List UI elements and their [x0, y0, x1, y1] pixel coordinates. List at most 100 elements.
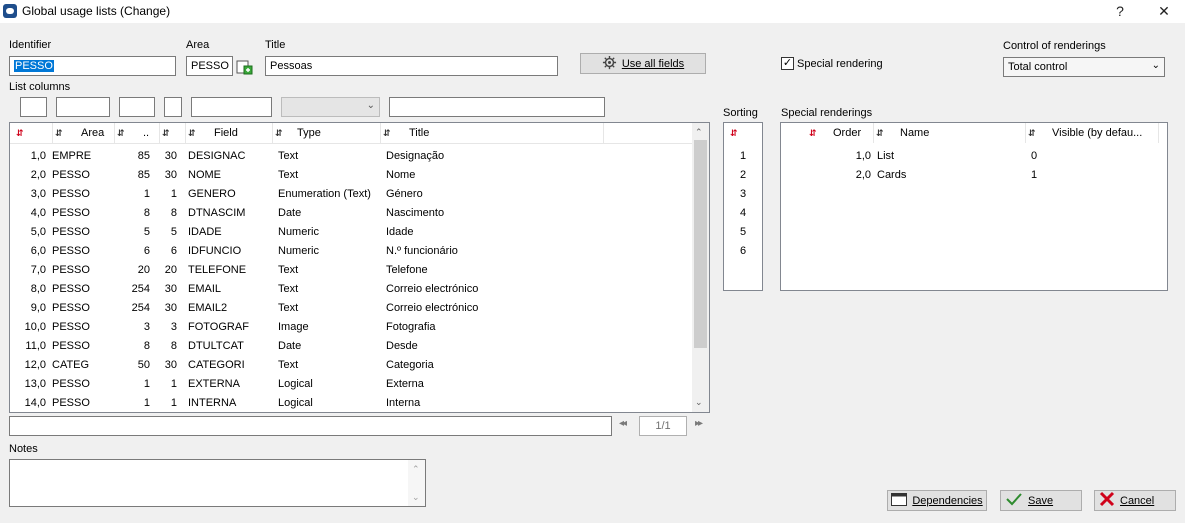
- table-row[interactable]: 12,0 CATEG 50 30 CATEGORI Text Categoria: [10, 356, 694, 375]
- cell-type: Text: [278, 283, 299, 295]
- sorting-item[interactable]: 4: [724, 204, 762, 223]
- cell-title: Correio electrónico: [386, 283, 479, 295]
- columns-scrollbar[interactable]: ⌃ ⌄: [692, 123, 709, 412]
- notes-scrollbar[interactable]: ⌃ ⌄: [408, 460, 425, 506]
- sorting-list[interactable]: ⇵ 123456: [723, 122, 763, 291]
- use-all-fields-button[interactable]: Use all fields: [580, 53, 706, 74]
- cell-type: Numeric: [278, 245, 319, 257]
- sort-icon: ⇵: [275, 128, 283, 138]
- cell-width: 6: [170, 245, 177, 257]
- table-row[interactable]: 1,0 List 0: [781, 147, 1167, 166]
- cell-size: 8: [143, 207, 150, 219]
- table-row[interactable]: 4,0 PESSO 8 8 DTNASCIM Date Nascimento: [10, 204, 694, 223]
- sr-header-name[interactable]: ⇵ Name: [873, 123, 1023, 143]
- scroll-up-icon[interactable]: ⌃: [695, 127, 703, 138]
- notes-textarea[interactable]: ⌃ ⌄: [9, 459, 426, 507]
- pager-next-button[interactable]: ▸▸: [695, 418, 703, 429]
- sr-header-visible[interactable]: ⇵ Visible (by defau...: [1025, 123, 1159, 143]
- table-row[interactable]: 10,0 PESSO 3 3 FOTOGRAF Image Fotografia: [10, 318, 694, 337]
- cell-order: 8,0: [30, 283, 46, 295]
- scroll-thumb[interactable]: [694, 140, 707, 348]
- save-button[interactable]: Save: [1000, 490, 1082, 511]
- cell-type: Enumeration (Text): [278, 188, 371, 200]
- col-header-field[interactable]: ⇵ Field: [185, 123, 270, 143]
- cell-field: EMAIL2: [188, 302, 228, 314]
- sort-icon: ⇵: [1028, 128, 1036, 138]
- cell-type: Logical: [278, 378, 313, 390]
- dependencies-button[interactable]: Dependencies: [887, 490, 987, 511]
- filter-type-select[interactable]: ⌄: [281, 97, 380, 117]
- filter-title-input[interactable]: [389, 97, 605, 117]
- table-row[interactable]: 2,0 Cards 1: [781, 166, 1167, 185]
- cell-width: 1: [170, 188, 177, 200]
- special-rendering-label: Special rendering: [797, 58, 883, 70]
- area-label: Area: [186, 39, 210, 51]
- close-button[interactable]: ✕: [1150, 2, 1178, 20]
- scroll-down-icon[interactable]: ⌄: [412, 490, 420, 504]
- scroll-down-icon[interactable]: ⌄: [695, 397, 703, 408]
- identifier-field[interactable]: PESSO: [9, 56, 176, 76]
- list-status-input[interactable]: [9, 416, 612, 436]
- table-row[interactable]: 5,0 PESSO 5 5 IDADE Numeric Idade: [10, 223, 694, 242]
- title-field[interactable]: Pessoas: [265, 56, 558, 76]
- table-row[interactable]: 8,0 PESSO 254 30 EMAIL Text Correio electrónic…: [10, 280, 694, 299]
- columns-table[interactable]: ⇵ ⇵ Area ⇵.. ⇵ ⇵ Field ⇵ Type ⇵ Title 1,0 EMP…: [9, 122, 710, 413]
- sorting-item[interactable]: 1: [724, 147, 762, 166]
- help-button[interactable]: ?: [1106, 2, 1134, 20]
- filter-size-input[interactable]: [119, 97, 155, 117]
- cell-title: Nascimento: [386, 207, 445, 219]
- table-row[interactable]: 14,0 PESSO 1 1 INTERNA Logical Interna: [10, 394, 694, 412]
- table-row[interactable]: 11,0 PESSO 8 8 DTULTCAT Date Desde: [10, 337, 694, 356]
- col-header-size[interactable]: ⇵..: [114, 123, 156, 143]
- columns-table-header: ⇵ ⇵ Area ⇵.. ⇵ ⇵ Field ⇵ Type ⇵ Title: [10, 123, 694, 144]
- list-columns-label: List columns: [9, 81, 71, 93]
- filter-order-input[interactable]: [20, 97, 47, 117]
- cell-width: 30: [164, 283, 177, 295]
- table-row[interactable]: 1,0 EMPRE 85 30 DESIGNAC Text Designação: [10, 147, 694, 166]
- cancel-button[interactable]: Cancel: [1094, 490, 1176, 511]
- table-row[interactable]: 13,0 PESSO 1 1 EXTERNA Logical Externa: [10, 375, 694, 394]
- cell-title: Interna: [386, 397, 421, 409]
- cell-size: 1: [143, 188, 150, 200]
- sr-cell-name: Cards: [877, 169, 907, 181]
- sorting-item[interactable]: 3: [724, 185, 762, 204]
- area-lookup-icon[interactable]: [236, 59, 253, 75]
- sorting-item[interactable]: 5: [724, 223, 762, 242]
- window-icon: [891, 492, 908, 509]
- cell-field: DTNASCIM: [188, 207, 246, 219]
- sr-cell-order: 2,0: [855, 169, 871, 181]
- cell-area: PESSO: [52, 245, 90, 257]
- scroll-up-icon[interactable]: ⌃: [412, 462, 420, 476]
- pager-prev-button[interactable]: ◂◂: [619, 418, 627, 429]
- filter-field-input[interactable]: [191, 97, 272, 117]
- table-row[interactable]: 9,0 PESSO 254 30 EMAIL2 Text Correio electróni…: [10, 299, 694, 318]
- cell-order: 1,0: [30, 150, 46, 162]
- col-header-type[interactable]: ⇵ Type: [272, 123, 378, 143]
- col-header-area[interactable]: ⇵ Area: [52, 123, 104, 143]
- cell-order: 12,0: [24, 359, 46, 371]
- cell-width: 30: [164, 150, 177, 162]
- save-label: Save: [1028, 494, 1054, 507]
- sr-header-order[interactable]: ⇵ Order: [809, 123, 871, 143]
- col-header-order[interactable]: ⇵: [16, 123, 30, 143]
- sorting-item[interactable]: 2: [724, 166, 762, 185]
- cell-order: 11,0: [25, 340, 46, 352]
- table-row[interactable]: 2,0 PESSO 85 30 NOME Text Nome: [10, 166, 694, 185]
- table-row[interactable]: 7,0 PESSO 20 20 TELEFONE Text Telefone: [10, 261, 694, 280]
- sort-icon: ⇵: [730, 128, 738, 138]
- table-row[interactable]: 3,0 PESSO 1 1 GENERO Enumeration (Text) Género: [10, 185, 694, 204]
- control-renderings-select[interactable]: Total control ⌄: [1003, 57, 1165, 77]
- sorting-header[interactable]: ⇵: [730, 123, 744, 143]
- special-rendering-checkbox[interactable]: ✓: [781, 57, 794, 70]
- cell-area: PESSO: [52, 340, 90, 352]
- filter-width-input[interactable]: [164, 97, 182, 117]
- table-row[interactable]: 6,0 PESSO 6 6 IDFUNCIO Numeric N.º funcionário: [10, 242, 694, 261]
- sort-icon: ⇵: [162, 128, 170, 138]
- col-header-title[interactable]: ⇵ Title: [380, 123, 604, 143]
- sorting-item[interactable]: 6: [724, 242, 762, 261]
- cell-width: 8: [170, 207, 177, 219]
- col-header-width[interactable]: ⇵: [159, 123, 181, 143]
- area-field[interactable]: PESSO: [186, 56, 233, 76]
- filter-area-input[interactable]: [56, 97, 110, 117]
- special-renderings-table[interactable]: ⇵ Order ⇵ Name ⇵ Visible (by defau... 1,0 Li…: [780, 122, 1168, 291]
